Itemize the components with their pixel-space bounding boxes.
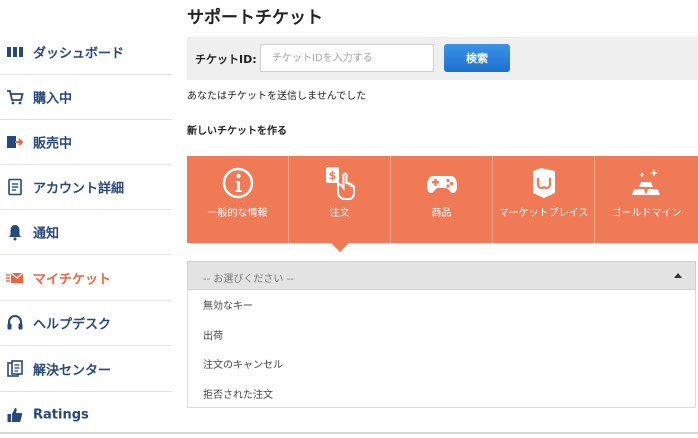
- ticket-icon: [6, 272, 24, 283]
- category-marketplace[interactable]: マーケットプレイス: [493, 156, 595, 243]
- sell-icon: [7, 136, 24, 148]
- issue-option[interactable]: 拒否された注文: [203, 386, 273, 401]
- thumbs-up-icon: [7, 407, 23, 422]
- divider: [0, 432, 698, 434]
- info-icon: [222, 167, 253, 199]
- ticket-id-label: チケットID:: [195, 53, 257, 66]
- gamepad-icon: [426, 176, 457, 193]
- ticket-search-bar: チケットID: 検索: [187, 37, 698, 80]
- resolution-icon: [7, 360, 23, 377]
- sidebar-item-label: ヘルプデスク: [33, 317, 112, 333]
- account-icon: [8, 178, 22, 196]
- page: ダッシュボード 購入中 販売中 アカウント詳細 通知 マイチケット ヘルプデスク…: [0, 0, 698, 438]
- cart-icon: [7, 90, 24, 105]
- issue-option[interactable]: 出荷: [203, 327, 223, 342]
- new-ticket-heading: 新しいチケットを作る: [187, 126, 287, 137]
- issue-options-list: 無効なキー 出荷 注文のキャンセル 拒否された注文: [187, 290, 696, 408]
- gold-bars-icon: [631, 169, 660, 195]
- dashboard-icon: [7, 47, 23, 57]
- category-label: ゴールドマイン: [611, 208, 682, 219]
- sidebar-item-label: 通知: [33, 226, 60, 242]
- category-product[interactable]: 商品: [391, 156, 493, 243]
- category-general-info[interactable]: 一般的な情報: [187, 156, 289, 243]
- sidebar-item-label: ダッシュボード: [33, 46, 125, 62]
- sidebar-item-purchasing[interactable]: 購入中: [0, 75, 172, 120]
- sidebar-item-helpdesk[interactable]: ヘルプデスク: [0, 301, 172, 346]
- ticket-category-bar: 一般的な情報 $ 注文 商品 マーケットプレイス ゴールドマイン: [187, 156, 698, 243]
- sidebar-item-label: 販売中: [33, 136, 73, 152]
- marketplace-bag-icon: [532, 168, 555, 198]
- svg-text:$: $: [328, 169, 336, 182]
- selected-category-pointer: [331, 243, 349, 252]
- issue-option[interactable]: 無効なキー: [203, 297, 253, 312]
- headset-icon: [7, 315, 23, 330]
- sidebar-item-label: マイチケット: [33, 272, 112, 288]
- sidebar-item-resolution-center[interactable]: 解決センター: [0, 347, 172, 392]
- search-button[interactable]: 検索: [444, 44, 510, 72]
- sidebar-item-ratings[interactable]: Ratings: [0, 392, 172, 437]
- sidebar-item-my-tickets[interactable]: マイチケット: [0, 256, 172, 301]
- sidebar-item-label: 解決センター: [33, 363, 112, 379]
- sidebar-item-label: Ratings: [33, 407, 89, 422]
- category-order[interactable]: $ 注文: [289, 156, 391, 243]
- issue-select[interactable]: -- お選びください --: [187, 261, 696, 290]
- page-title: サポートチケット: [187, 8, 323, 28]
- sidebar: ダッシュボード 購入中 販売中 アカウント詳細 通知 マイチケット ヘルプデスク…: [0, 0, 172, 438]
- no-ticket-message: あなたはチケットを送信しませんでした: [187, 91, 367, 102]
- category-gold-mine[interactable]: ゴールドマイン: [595, 156, 698, 243]
- issue-select-value: -- お選びください --: [203, 274, 294, 285]
- bell-icon: [9, 225, 21, 241]
- sidebar-item-notifications[interactable]: 通知: [0, 210, 172, 255]
- issue-option[interactable]: 注文のキャンセル: [203, 356, 283, 371]
- sidebar-item-dashboard[interactable]: ダッシュボード: [0, 30, 172, 75]
- sidebar-item-account[interactable]: アカウント詳細: [0, 165, 172, 210]
- category-label: 注文: [329, 208, 350, 219]
- category-label: 商品: [431, 208, 452, 219]
- category-label: マーケットプレイス: [498, 208, 589, 219]
- ticket-id-input[interactable]: [260, 44, 434, 72]
- caret-up-icon: [674, 273, 682, 278]
- category-label: 一般的な情報: [207, 208, 268, 219]
- sidebar-item-label: 購入中: [33, 91, 73, 107]
- sidebar-item-selling[interactable]: 販売中: [0, 120, 172, 165]
- sidebar-item-label: アカウント詳細: [33, 181, 125, 197]
- order-hand-icon: $: [325, 167, 355, 200]
